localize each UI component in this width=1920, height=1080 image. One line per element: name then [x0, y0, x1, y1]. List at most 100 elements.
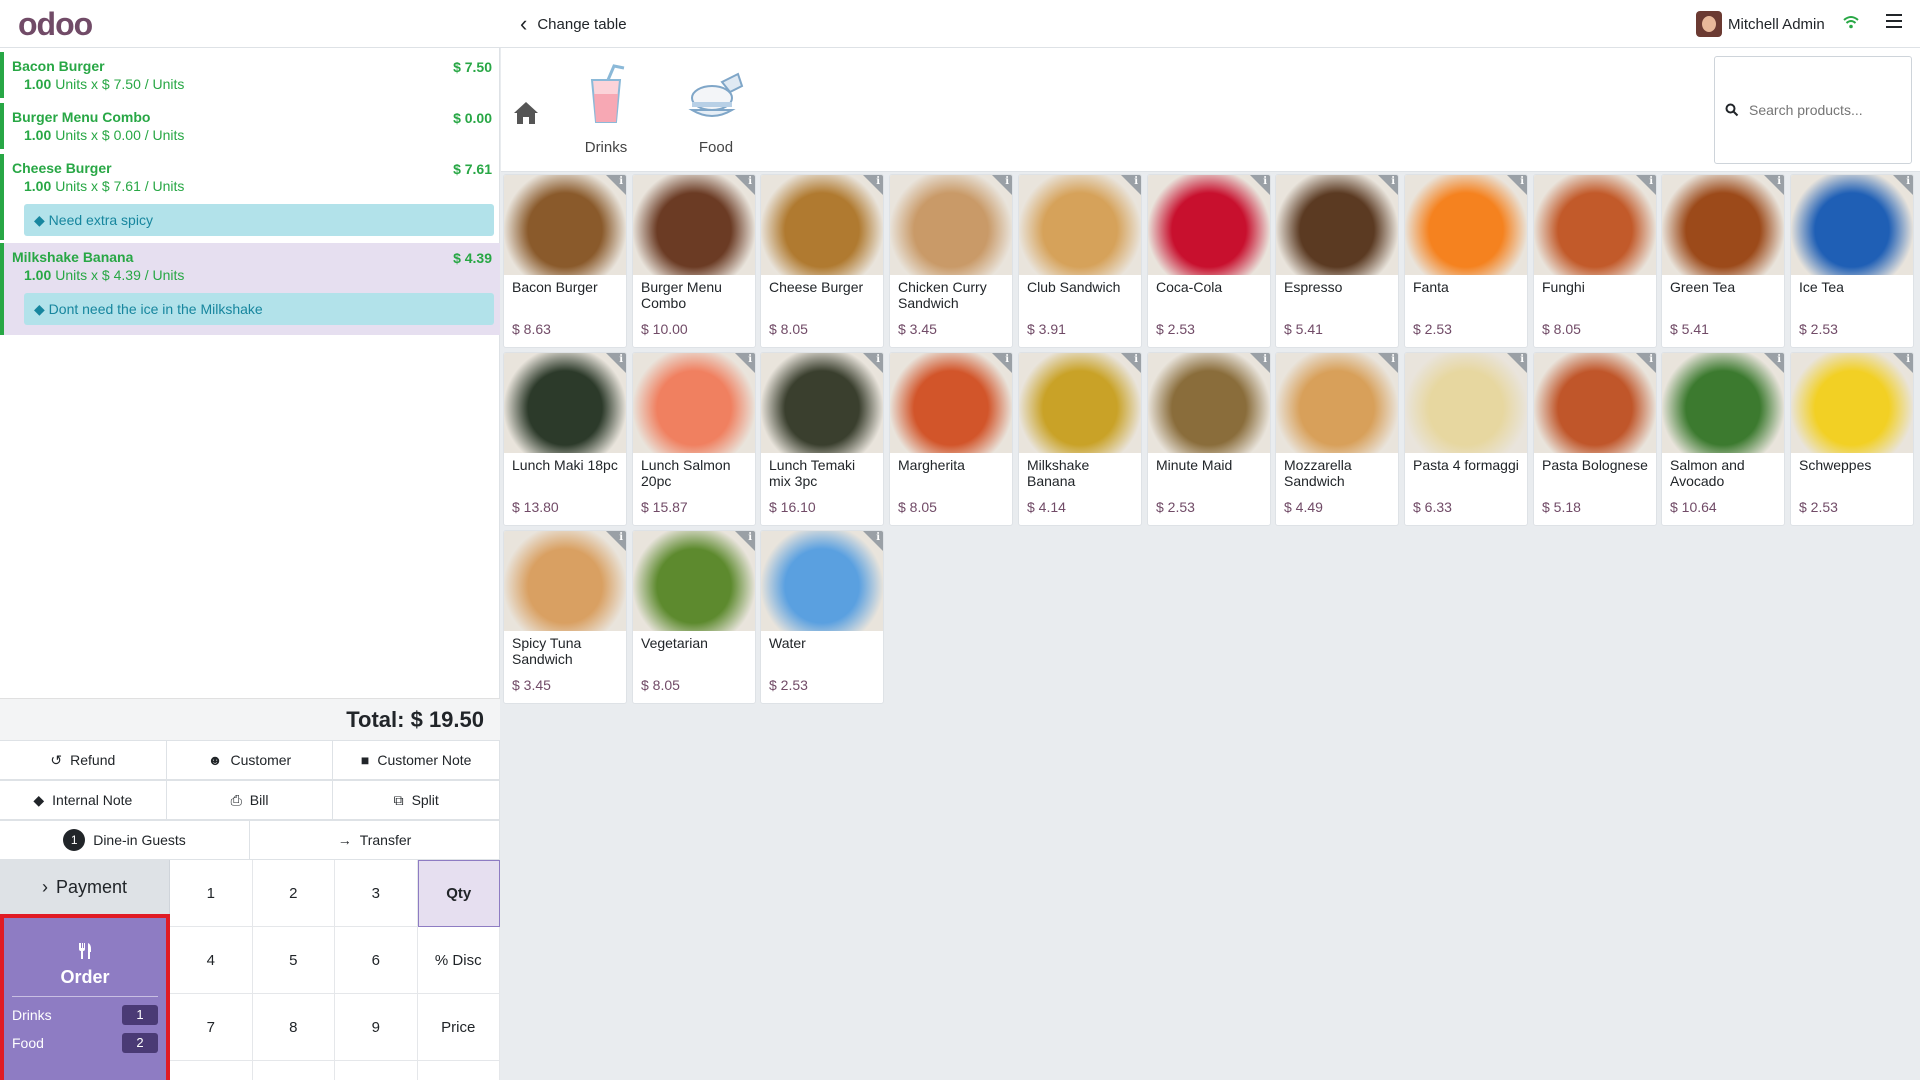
product-info-icon[interactable]	[1764, 353, 1784, 373]
customer-note-button[interactable]: ■ Customer Note	[333, 740, 501, 780]
product-card[interactable]: i Spicy Tuna Sandwich $ 3.45	[503, 530, 627, 704]
product-info-icon[interactable]	[735, 531, 755, 551]
guests-button[interactable]: 1 Dine-in Guests	[0, 820, 250, 860]
product-info-icon[interactable]	[992, 353, 1012, 373]
order-label: Order	[12, 967, 158, 997]
numpad-key[interactable]: ⌫	[417, 1061, 500, 1080]
product-card[interactable]: i Margherita $ 8.05	[889, 352, 1013, 526]
product-card[interactable]: i Pasta Bolognese $ 5.18	[1533, 352, 1657, 526]
search-box[interactable]	[1714, 56, 1912, 164]
wifi-icon	[1843, 16, 1859, 29]
numpad-key[interactable]: Qty	[417, 860, 500, 927]
numpad-key[interactable]: 9	[335, 994, 418, 1061]
numpad-key[interactable]: +/-	[170, 1061, 253, 1080]
product-price: $ 4.14	[1027, 499, 1066, 515]
product-info-icon[interactable]	[1378, 353, 1398, 373]
product-name: Ice Tea	[1799, 279, 1844, 295]
numpad-key[interactable]: 4	[170, 927, 253, 994]
split-button[interactable]: ⧉ Split	[333, 780, 501, 820]
numpad-key[interactable]: .	[335, 1061, 418, 1080]
product-info-icon[interactable]	[1507, 175, 1527, 195]
product-info-icon[interactable]	[863, 353, 883, 373]
order-line-price: $ 7.61	[453, 161, 492, 177]
product-card[interactable]: i Salmon and Avocado $ 10.64	[1661, 352, 1785, 526]
product-card[interactable]: i Water $ 2.53	[760, 530, 884, 704]
product-card[interactable]: i Pasta 4 formaggi $ 6.33	[1404, 352, 1528, 526]
category-food[interactable]: Food	[671, 64, 761, 156]
order-line[interactable]: Bacon Burger $ 7.50 1.00 Units x $ 7.50 /…	[0, 52, 500, 98]
product-card[interactable]: i Green Tea $ 5.41	[1661, 174, 1785, 348]
change-table-button[interactable]: ‹ Change table	[520, 12, 627, 36]
numpad-key[interactable]: % Disc	[417, 927, 500, 994]
product-card[interactable]: i Chicken Curry Sandwich $ 3.45	[889, 174, 1013, 348]
product-info-icon[interactable]	[735, 175, 755, 195]
product-card[interactable]: i Lunch Temaki mix 3pc $ 16.10	[760, 352, 884, 526]
product-card[interactable]: i Milkshake Banana $ 4.14	[1018, 352, 1142, 526]
product-info-icon[interactable]	[1893, 353, 1913, 373]
product-card[interactable]: i Bacon Burger $ 8.63	[503, 174, 627, 348]
numpad-key[interactable]: 2	[252, 860, 335, 927]
product-info-icon[interactable]	[1636, 175, 1656, 195]
product-info-icon[interactable]	[1121, 353, 1141, 373]
product-card[interactable]: i Coca-Cola $ 2.53	[1147, 174, 1271, 348]
product-card[interactable]: i Lunch Maki 18pc $ 13.80	[503, 352, 627, 526]
product-info-icon[interactable]	[992, 175, 1012, 195]
internal-note-button[interactable]: ◆ Internal Note	[0, 780, 167, 820]
numpad-key[interactable]: 5	[252, 927, 335, 994]
product-info-icon[interactable]	[1893, 175, 1913, 195]
order-line[interactable]: Cheese Burger $ 7.61 1.00 Units x $ 7.61 …	[0, 154, 500, 240]
avatar	[1696, 11, 1722, 37]
copy-icon: ⧉	[393, 791, 404, 808]
order-button[interactable]: Order Drinks 1 Food 2	[0, 914, 170, 1080]
payment-button[interactable]: › Payment	[0, 860, 170, 914]
note-icon: ■	[360, 752, 370, 768]
user-menu[interactable]: Mitchell Admin	[1696, 11, 1825, 37]
product-card[interactable]: i Ice Tea $ 2.53	[1790, 174, 1914, 348]
order-line[interactable]: Burger Menu Combo $ 0.00 1.00 Units x $ 0…	[0, 103, 500, 149]
product-card[interactable]: i Lunch Salmon 20pc $ 15.87	[632, 352, 756, 526]
product-card[interactable]: i Burger Menu Combo $ 10.00	[632, 174, 756, 348]
product-info-icon[interactable]	[735, 353, 755, 373]
product-info-icon[interactable]	[1250, 353, 1270, 373]
numpad-key[interactable]: 8	[252, 994, 335, 1061]
product-card[interactable]: i Mozzarella Sandwich $ 4.49	[1275, 352, 1399, 526]
product-info-icon[interactable]	[863, 175, 883, 195]
product-info-icon[interactable]	[1250, 175, 1270, 195]
product-card[interactable]: i Club Sandwich $ 3.91	[1018, 174, 1142, 348]
change-table-label: Change table	[537, 15, 627, 33]
product-info-icon[interactable]	[1636, 353, 1656, 373]
numpad-key[interactable]: 7	[170, 994, 253, 1061]
numpad-key[interactable]: Price	[417, 994, 500, 1061]
product-info-icon[interactable]	[1507, 353, 1527, 373]
hamburger-menu-icon[interactable]	[1886, 14, 1902, 28]
search-input[interactable]	[1749, 102, 1899, 118]
product-info-icon[interactable]	[1764, 175, 1784, 195]
product-name: Spicy Tuna Sandwich	[512, 635, 582, 667]
product-info-icon[interactable]	[1378, 175, 1398, 195]
product-info-icon[interactable]	[606, 531, 626, 551]
product-card[interactable]: i Espresso $ 5.41	[1275, 174, 1399, 348]
product-card[interactable]: i Minute Maid $ 2.53	[1147, 352, 1271, 526]
customer-button[interactable]: ☻ Customer	[166, 740, 334, 780]
product-info-icon[interactable]	[606, 175, 626, 195]
numpad-key[interactable]: 6	[335, 927, 418, 994]
product-info-icon[interactable]	[1121, 175, 1141, 195]
product-name: Milkshake Banana	[1027, 457, 1090, 489]
order-line-selected[interactable]: Milkshake Banana $ 4.39 1.00 Units x $ 4.…	[0, 243, 500, 335]
product-card[interactable]: i Fanta $ 2.53	[1404, 174, 1528, 348]
product-card[interactable]: i Schweppes $ 2.53	[1790, 352, 1914, 526]
info-icon: i	[1520, 176, 1524, 187]
product-card[interactable]: i Funghi $ 8.05	[1533, 174, 1657, 348]
bill-button[interactable]: ⎙ Bill	[166, 780, 334, 820]
numpad-key[interactable]: 0	[252, 1061, 335, 1080]
product-card[interactable]: i Cheese Burger $ 8.05	[760, 174, 884, 348]
transfer-button[interactable]: → Transfer	[250, 820, 500, 860]
numpad-key[interactable]: 3	[335, 860, 418, 927]
home-icon[interactable]	[511, 98, 541, 128]
product-info-icon[interactable]	[863, 531, 883, 551]
category-drinks[interactable]: Drinks	[561, 64, 651, 156]
product-card[interactable]: i Vegetarian $ 8.05	[632, 530, 756, 704]
refund-button[interactable]: ↺ Refund	[0, 740, 167, 780]
numpad-key[interactable]: 1	[170, 860, 253, 927]
product-info-icon[interactable]	[606, 353, 626, 373]
